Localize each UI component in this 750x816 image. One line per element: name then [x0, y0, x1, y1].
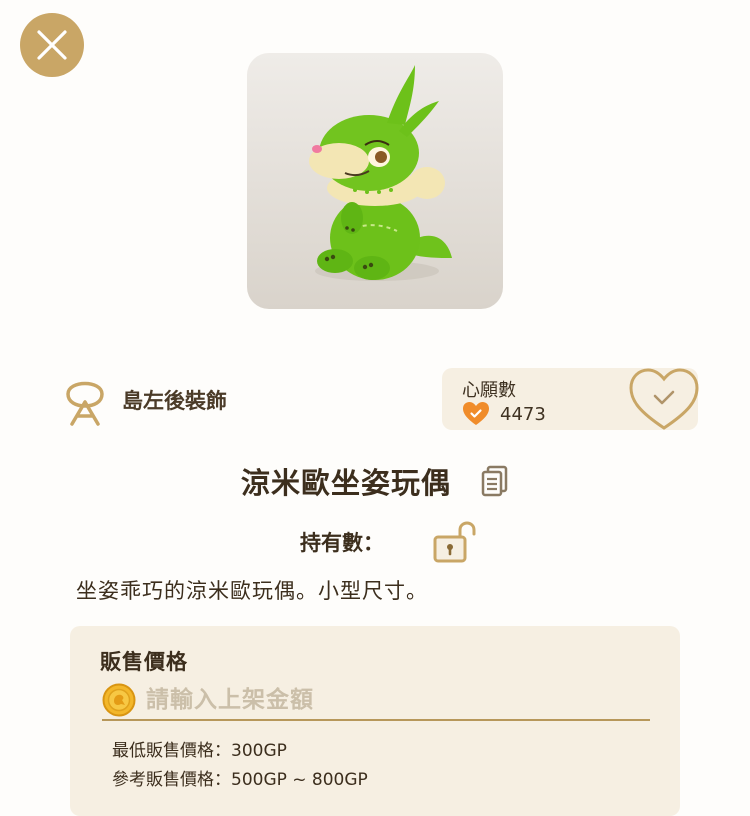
- price-input[interactable]: [144, 686, 628, 714]
- item-detail-sheet: 島左後裝飾 心願數 4473 涼米歐坐姿玩偶 持有數： 坐姿乖巧的涼米歐玩偶。小…: [0, 0, 750, 816]
- copy-icon[interactable]: [481, 465, 509, 497]
- hairpin-icon: [66, 381, 104, 426]
- plush-doll-image: [309, 65, 452, 281]
- reference-price-text: 參考販售價格：500GP ~ 800GP: [112, 770, 368, 790]
- wishlist-count-row: 4473: [462, 401, 546, 427]
- item-image-frame: [247, 53, 503, 309]
- wishlist-card: 心願數 4473: [442, 366, 700, 432]
- add-to-wishlist-button[interactable]: [628, 366, 700, 432]
- sale-price-panel: 販售價格 最低販售價格：300GP 參考販售價格：500GP ~ 800GP: [70, 626, 680, 816]
- wishlist-count: 4473: [500, 403, 546, 425]
- owned-count-row: 持有數：: [300, 520, 476, 564]
- price-input-row: [102, 681, 650, 721]
- close-button[interactable]: [20, 13, 84, 77]
- gold-coin-icon: [102, 683, 136, 717]
- close-icon: [37, 30, 67, 60]
- min-price-text: 最低販售價格：300GP: [112, 741, 287, 761]
- category-label: 島左後裝飾: [122, 389, 227, 413]
- item-name-row: 涼米歐坐姿玩偶: [0, 460, 750, 502]
- item-name: 涼米歐坐姿玩偶: [240, 466, 451, 500]
- sale-price-title: 販售價格: [100, 650, 188, 674]
- owned-count-label: 持有數：: [300, 531, 384, 555]
- unlocked-padlock-icon[interactable]: [432, 521, 476, 563]
- category-row: 島左後裝飾: [58, 372, 227, 428]
- heart-check-icon: [629, 368, 699, 430]
- item-description: 坐姿乖巧的涼米歐玩偶。小型尺寸。: [76, 579, 428, 603]
- wishlist-title: 心願數: [462, 380, 516, 401]
- heart-icon: [463, 402, 489, 425]
